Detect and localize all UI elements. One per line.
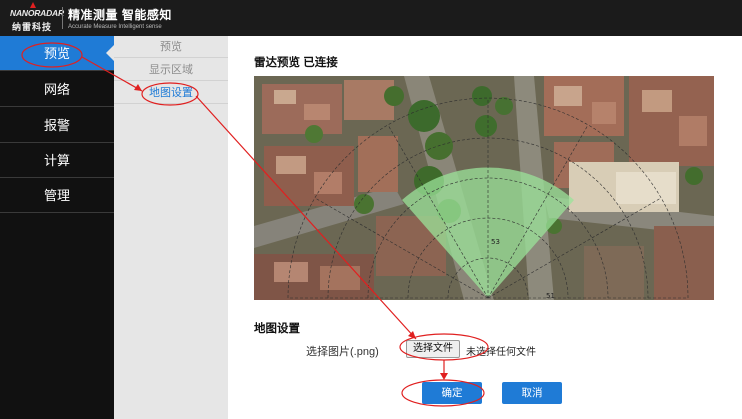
range-label-inner: 53 [491, 238, 500, 246]
nav-item-label: 计算 [43, 153, 70, 168]
logo-text-en: NANORADAR [10, 8, 64, 18]
range-label-outer: 51 [546, 292, 555, 300]
preview-title: 雷达预览 已连接 [254, 57, 338, 69]
sub-item-map-settings[interactable]: 地图设置 [114, 82, 228, 104]
slogan-main: 精准测量 智能感知 [68, 8, 172, 22]
nav-item-manage[interactable]: 管理 [0, 178, 114, 213]
top-header: NANORADAR 纳雷科技 精准测量 智能感知 Accurate Measur… [0, 0, 742, 36]
nav-item-compute[interactable]: 计算 [0, 143, 114, 178]
choose-file-button[interactable]: 选择文件 [406, 340, 460, 358]
nav-item-label: 预览 [43, 46, 70, 61]
sub-item-display-area[interactable]: 显示区域 [114, 59, 228, 81]
nav-item-label: 管理 [43, 188, 70, 203]
sub-item-preview[interactable]: 预览 [114, 36, 228, 58]
file-label: 选择图片(.png) [306, 346, 379, 358]
nanoradar-logo: NANORADAR 纳雷科技 [6, 2, 64, 34]
cancel-button[interactable]: 取消 [502, 382, 562, 404]
nav-item-label: 报警 [43, 118, 70, 133]
nav-item-label: 网络 [43, 82, 70, 97]
active-arrow-icon [106, 45, 114, 61]
confirm-button[interactable]: 确定 [422, 382, 482, 404]
map-settings-title: 地图设置 [254, 323, 300, 335]
slogan-sub: Accurate Measure Intelligent sense [68, 24, 162, 30]
nav-item-preview[interactable]: 预览 [0, 36, 114, 71]
file-status: 未选择任何文件 [466, 347, 536, 358]
radar-map[interactable]: 53 51 [254, 76, 714, 300]
header-divider [62, 7, 63, 29]
slogan: 精准测量 智能感知 Accurate Measure Intelligent s… [68, 6, 172, 30]
main-content: 雷达预览 已连接 53 51 地图设置 选择图片(.png) 选择文件 未选择任… [228, 36, 742, 419]
nav-item-alarm[interactable]: 报警 [0, 108, 114, 143]
left-nav: 预览 网络 报警 计算 管理 [0, 36, 114, 419]
aerial-map-image: 53 51 [254, 76, 714, 300]
nav-item-network[interactable]: 网络 [0, 72, 114, 107]
logo-text-cn: 纳雷科技 [12, 22, 53, 32]
sub-nav: 预览 显示区域 地图设置 [114, 36, 228, 419]
